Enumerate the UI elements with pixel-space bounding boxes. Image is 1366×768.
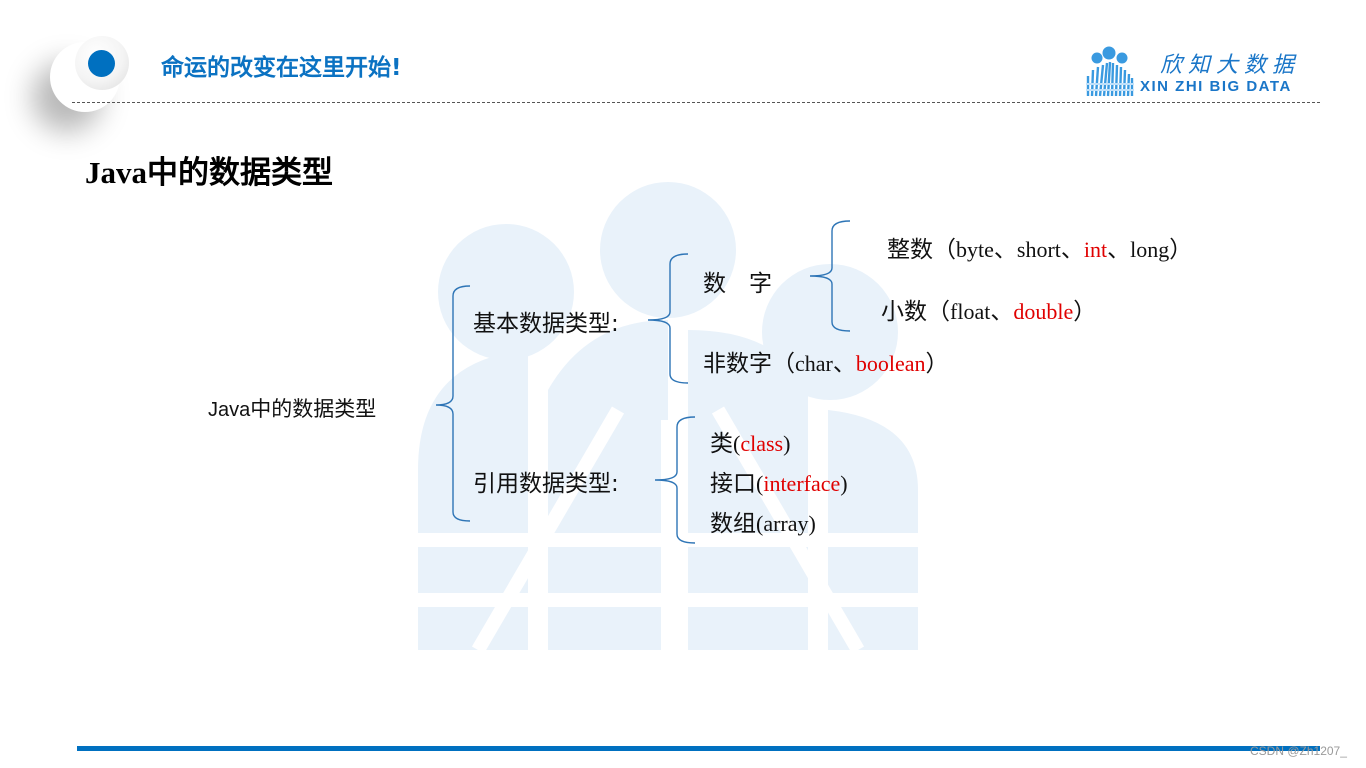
open-paren: （ (933, 237, 956, 263)
integer-types-node: 整数（byte、short、int、long） (887, 230, 1192, 264)
primitive-brace (647, 253, 689, 384)
type-short: short (1016, 237, 1061, 262)
open-paren: （ (927, 299, 950, 325)
numeric-brace (809, 220, 851, 332)
class-label: 类 (710, 431, 733, 457)
decimal-types-node: 小数（float、double） (881, 292, 1096, 326)
footer-bar (77, 746, 1320, 751)
root-brace (435, 285, 471, 522)
type-interface: interface (763, 471, 841, 496)
integer-label: 整数 (887, 237, 933, 263)
reference-interface-node: 接口(interface) (710, 464, 848, 498)
primitive-types-node: 基本数据类型: (473, 311, 619, 337)
type-char: char (795, 351, 833, 376)
type-array: array (763, 511, 809, 536)
type-boolean: boolean (855, 351, 926, 376)
decimal-label: 小数 (881, 299, 927, 325)
type-byte: byte (956, 237, 994, 262)
close-paren: ） (1073, 299, 1097, 325)
non-numeric-types-node: 非数字（char、boolean） (703, 344, 949, 378)
close-paren: ) (840, 471, 848, 496)
diagram-root-node: Java中的数据类型 (208, 393, 376, 423)
root-cjk: 中的数据类型 (250, 397, 377, 421)
brace-diagram (435, 220, 851, 544)
reference-brace (654, 416, 696, 544)
separator: 、 (990, 299, 1014, 325)
separator: 、 (1107, 237, 1131, 263)
numeric-node: 数 字 (703, 271, 772, 297)
array-label: 数组 (710, 511, 756, 537)
type-double: double (1013, 299, 1074, 324)
close-paren: ) (783, 431, 791, 456)
type-float: float (950, 299, 991, 324)
interface-label: 接口 (710, 471, 756, 497)
reference-class-node: 类(class) (710, 424, 790, 458)
root-latin: Java (208, 399, 251, 421)
close-paren: ) (808, 511, 816, 536)
separator: 、 (832, 351, 856, 377)
csdn-watermark: CSDN @Zh1207_ (1250, 744, 1347, 758)
reference-types-node: 引用数据类型: (473, 471, 619, 497)
type-class: class (740, 431, 784, 456)
open-paren: （ (772, 351, 795, 377)
reference-array-node: 数组(array) (710, 504, 816, 538)
close-paren: ） (925, 351, 949, 377)
type-int: int (1083, 237, 1108, 262)
type-long: long (1130, 237, 1170, 262)
separator: 、 (993, 237, 1017, 263)
separator: 、 (1060, 237, 1084, 263)
non-numeric-label: 非数字 (703, 351, 772, 377)
close-paren: ） (1169, 237, 1193, 263)
